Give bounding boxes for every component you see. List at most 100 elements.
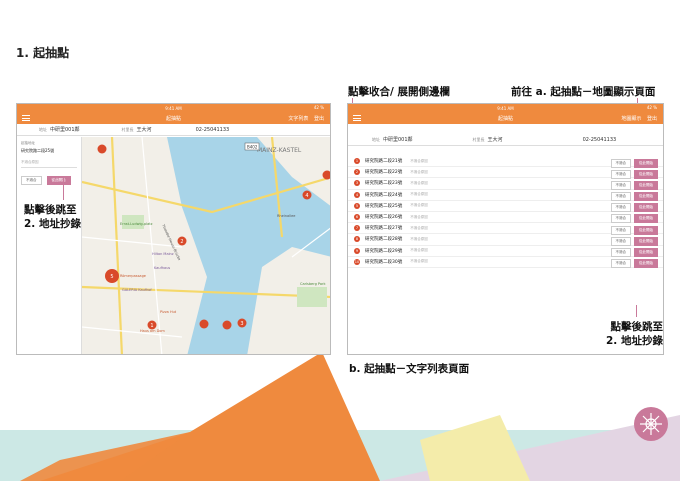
list-view-screen: 9:41 AM 42 % 起抽點 地圖顯示 登出 地址 中研里001鄰 村里長 … bbox=[347, 103, 664, 355]
status-time: 9:41 AM bbox=[497, 105, 514, 111]
owner-label: 村里長 bbox=[121, 126, 134, 132]
shop-label: GALERIA Kaufhof bbox=[122, 288, 152, 292]
nav-bar: 起抽點 文字列表 登出 bbox=[17, 112, 330, 124]
row-address: 研究院路二段29號 bbox=[365, 248, 403, 254]
annotation-line: 點擊後跳至 bbox=[610, 321, 663, 333]
info-bar: 地址 中研里001鄰 村里長 王大河 02-25041133 bbox=[17, 124, 330, 136]
svg-text:5: 5 bbox=[110, 274, 113, 280]
start-here-button[interactable]: 從此開始 bbox=[634, 180, 658, 190]
list-item: 10 研究院路二段30號 不適合原因 不適合 從此開始 bbox=[348, 257, 663, 269]
start-here-button[interactable]: 從此開始 bbox=[634, 259, 658, 269]
map-pin[interactable] bbox=[222, 320, 232, 330]
start-here-button[interactable]: 從此開始 bbox=[634, 203, 658, 213]
logout-link[interactable]: 登出 bbox=[314, 116, 324, 122]
unsuitable-button[interactable]: 不適合 bbox=[610, 248, 631, 257]
map[interactable]: MAINZ-KASTEL Theodor-Heuss-Brücke Rheina… bbox=[82, 137, 331, 355]
row-reason-input[interactable]: 不適合原因 bbox=[410, 192, 428, 197]
row-reason-input[interactable]: 不適合原因 bbox=[410, 170, 428, 175]
svg-text:2: 2 bbox=[180, 239, 183, 245]
sidebar-panel: 起抽地址 研究院路二段25號 不適合原因 不適合 從此開始 bbox=[17, 137, 82, 354]
start-here-button[interactable]: 從此開始 bbox=[634, 192, 658, 202]
annotation-line: 2. 地址抄錄 bbox=[606, 335, 663, 347]
unsuitable-button[interactable]: 不適合 bbox=[21, 176, 42, 185]
owner-label: 村里長 bbox=[472, 136, 485, 142]
row-number-badge: 4 bbox=[354, 191, 360, 198]
status-bar: 9:41 AM 42 % bbox=[17, 104, 330, 112]
map-pin[interactable] bbox=[97, 144, 107, 154]
row-address: 研究院路二段27號 bbox=[365, 226, 403, 232]
row-number-badge: 9 bbox=[354, 247, 360, 254]
annotation-pointer bbox=[63, 178, 64, 200]
nav-title: 起抽點 bbox=[497, 115, 513, 122]
row-reason-input[interactable]: 不適合原因 bbox=[410, 259, 428, 264]
unsuitable-button[interactable]: 不適合 bbox=[610, 259, 631, 269]
row-reason-input[interactable]: 不適合原因 bbox=[410, 159, 428, 164]
svg-text:1: 1 bbox=[150, 323, 153, 329]
annotation-line: 點擊後跳至 bbox=[24, 204, 77, 216]
row-reason-input[interactable]: 不適合原因 bbox=[410, 226, 428, 231]
row-number-badge: 7 bbox=[354, 225, 360, 232]
unsuitable-button[interactable]: 不適合 bbox=[610, 192, 631, 202]
start-here-button[interactable]: 從此開始 bbox=[634, 225, 658, 235]
unsuitable-button[interactable]: 不適合 bbox=[610, 169, 631, 179]
start-here-button[interactable]: 從此開始 bbox=[634, 248, 658, 257]
road-label: Rheinallee bbox=[277, 214, 295, 218]
status-time: 9:41 AM bbox=[165, 105, 182, 111]
row-reason-input[interactable]: 不適合原因 bbox=[410, 248, 428, 253]
reason-input[interactable]: 不適合原因 bbox=[21, 160, 77, 168]
row-address: 研究院路二段24號 bbox=[365, 192, 403, 198]
menu-icon[interactable] bbox=[353, 115, 361, 121]
list-item: 7 研究院路二段27號 不適合原因 不適合 從此開始 bbox=[348, 223, 663, 235]
row-reason-input[interactable]: 不適合原因 bbox=[410, 215, 428, 220]
unsuitable-button[interactable]: 不適合 bbox=[610, 225, 631, 235]
address-label: 地址 bbox=[372, 136, 380, 142]
park-label: Ernst-Ludwig-platz bbox=[120, 222, 153, 226]
nav-title: 起抽點 bbox=[165, 115, 181, 122]
list-item: 3 研究院路二段23號 不適合原因 不適合 從此開始 bbox=[348, 178, 663, 190]
start-here-button[interactable]: 從此開始 bbox=[46, 176, 71, 185]
list-item: 8 研究院路二段28號 不適合原因 不適合 從此開始 bbox=[348, 234, 663, 246]
start-here-button[interactable]: 從此開始 bbox=[634, 169, 658, 179]
row-number-badge: 3 bbox=[354, 180, 360, 187]
shop-label: Kaufhaus bbox=[154, 266, 170, 270]
map-pin[interactable] bbox=[199, 319, 209, 329]
row-reason-input[interactable]: 不適合原因 bbox=[410, 181, 428, 186]
address-list: 1 研究院路二段21號 不適合原因 不適合 從此開始 2 研究院路二段22號 不適合原因 不適合… bbox=[348, 156, 663, 269]
row-number-badge: 2 bbox=[354, 169, 360, 176]
row-number-badge: 5 bbox=[354, 202, 360, 209]
row-number-badge: 8 bbox=[354, 236, 360, 243]
menu-icon[interactable] bbox=[22, 115, 30, 121]
jump-annotation-left: 點擊後跳至 2. 地址抄錄 bbox=[24, 203, 81, 231]
road-sign: B402 bbox=[247, 145, 258, 150]
start-here-button[interactable]: 從此開始 bbox=[634, 214, 658, 224]
unsuitable-button[interactable]: 不適合 bbox=[610, 214, 631, 224]
annotation-pointer bbox=[636, 305, 637, 317]
unsuitable-button[interactable]: 不適合 bbox=[610, 158, 631, 168]
park-label: Carlsberg Park bbox=[300, 282, 326, 286]
unsuitable-button[interactable]: 不適合 bbox=[610, 203, 631, 213]
row-address: 研究院路二段26號 bbox=[365, 215, 403, 221]
shop-label: Pizza Hut bbox=[160, 310, 177, 314]
list-item: 6 研究院路二段26號 不適合原因 不適合 從此開始 bbox=[348, 212, 663, 224]
unsuitable-button[interactable]: 不適合 bbox=[610, 180, 631, 190]
text-list-link[interactable]: 文字列表 bbox=[288, 116, 308, 122]
start-here-button[interactable]: 從此開始 bbox=[634, 158, 658, 168]
toggle-sidebar-annotation: 點擊收合/ 展開側邊欄 bbox=[348, 86, 450, 98]
owner-value: 王大河 bbox=[136, 127, 152, 133]
map-view-link[interactable]: 地圖顯示 bbox=[621, 116, 641, 122]
logout-link[interactable]: 登出 bbox=[647, 116, 657, 122]
list-item: 4 研究院路二段24號 不適合原因 不適合 從此開始 bbox=[348, 190, 663, 202]
row-reason-input[interactable]: 不適合原因 bbox=[410, 203, 428, 208]
row-number-badge: 10 bbox=[354, 258, 360, 265]
phone-value: 02-25041133 bbox=[582, 136, 617, 143]
row-reason-input[interactable]: 不適合原因 bbox=[410, 237, 428, 242]
caption-list-view: b. 起抽點－文字列表頁面 bbox=[349, 363, 470, 375]
jump-annotation-right: 點擊後跳至 2. 地址抄錄 bbox=[606, 320, 663, 348]
start-here-button[interactable]: 從此開始 bbox=[634, 236, 658, 246]
row-number-badge: 6 bbox=[354, 214, 360, 221]
goto-map-annotation: 前往 a. 起抽點－地圖顯示頁面 bbox=[511, 86, 656, 98]
battery-level: 42 % bbox=[646, 105, 657, 110]
unsuitable-button[interactable]: 不適合 bbox=[610, 236, 631, 246]
list-item: 1 研究院路二段21號 不適合原因 不適合 從此開始 bbox=[348, 156, 663, 168]
page-heading: 1. 起抽點 bbox=[16, 46, 70, 60]
